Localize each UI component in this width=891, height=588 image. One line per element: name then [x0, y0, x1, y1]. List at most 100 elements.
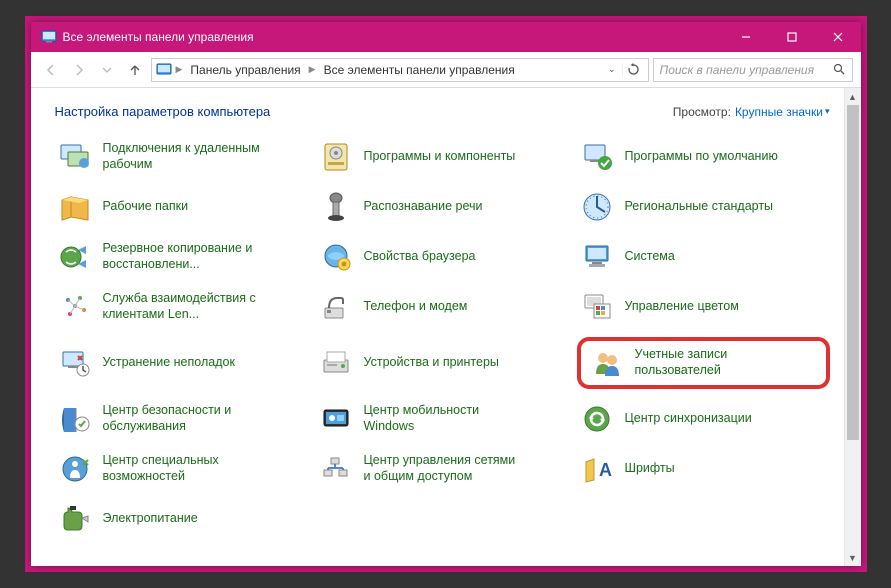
scroll-up-button[interactable]: ▲ [845, 88, 861, 105]
item-icon [318, 345, 354, 381]
search-icon [833, 63, 846, 76]
chevron-down-icon: ▾ [825, 106, 830, 117]
item-icon [57, 189, 93, 225]
control-panel-window: Все элементы панели управления ▶ Панель … [31, 22, 861, 566]
item-icon [57, 401, 93, 437]
control-panel-item[interactable]: Подключения к удаленным рабочим [55, 137, 308, 177]
item-icon [318, 289, 354, 325]
item-icon [579, 289, 615, 325]
view-by-label: Просмотр: [673, 105, 731, 119]
item-label: Свойства браузера [364, 249, 476, 265]
item-icon [579, 401, 615, 437]
item-icon [57, 501, 93, 537]
item-label: Шрифты [625, 461, 675, 477]
chevron-down-icon[interactable]: ⌄ [608, 64, 616, 75]
page-title: Настройка параметров компьютера [55, 104, 271, 119]
item-label: Подключения к удаленным рабочим [103, 141, 263, 172]
item-label: Учетные записи пользователей [635, 347, 795, 378]
control-panel-item[interactable]: Служба взаимодействия с клиентами Len... [55, 287, 308, 327]
chevron-right-icon[interactable]: ▶ [174, 64, 185, 75]
refresh-button[interactable] [622, 63, 644, 76]
control-panel-item[interactable]: Телефон и модем [316, 287, 569, 327]
control-panel-item[interactable]: Центр мобильности Windows [316, 399, 569, 439]
control-panel-icon [156, 62, 172, 78]
control-panel-item[interactable]: Центр безопасности и обслуживания [55, 399, 308, 439]
item-icon [579, 139, 615, 175]
item-icon [318, 139, 354, 175]
item-icon [579, 189, 615, 225]
nav-up-button[interactable] [123, 58, 147, 82]
control-panel-item[interactable]: Свойства браузера [316, 237, 569, 277]
control-panel-item[interactable]: Устранение неполадок [55, 337, 308, 389]
search-input[interactable]: Поиск в панели управления [653, 58, 853, 82]
item-label: Телефон и модем [364, 299, 468, 315]
control-panel-item[interactable]: Центр синхронизации [577, 399, 830, 439]
item-icon [57, 139, 93, 175]
item-label: Электропитание [103, 511, 198, 527]
svg-text:A: A [599, 460, 612, 480]
control-panel-item[interactable]: Учетные записи пользователей [577, 337, 830, 389]
control-panel-item[interactable]: Устройства и принтеры [316, 337, 569, 389]
item-icon: A [579, 451, 615, 487]
item-label: Распознавание речи [364, 199, 483, 215]
item-label: Региональные стандарты [625, 199, 774, 215]
item-icon [318, 239, 354, 275]
item-label: Устранение неполадок [103, 355, 235, 371]
nav-back-button[interactable] [39, 58, 63, 82]
item-icon [589, 345, 625, 381]
control-panel-item[interactable]: Распознавание речи [316, 187, 569, 227]
item-label: Центр мобильности Windows [364, 403, 524, 434]
item-icon [57, 451, 93, 487]
control-panel-icon [41, 29, 57, 45]
control-panel-item[interactable]: Программы и компоненты [316, 137, 569, 177]
control-panel-item[interactable]: Рабочие папки [55, 187, 308, 227]
close-button[interactable] [815, 22, 861, 52]
control-panel-item[interactable]: Центр специальных возможностей [55, 449, 308, 489]
item-label: Центр безопасности и обслуживания [103, 403, 263, 434]
address-bar[interactable]: ▶ Панель управления ▶ Все элементы панел… [151, 58, 649, 82]
content-pane: Настройка параметров компьютера Просмотр… [31, 88, 844, 566]
item-label: Устройства и принтеры [364, 355, 499, 371]
item-label: Управление цветом [625, 299, 739, 315]
control-panel-item[interactable]: Программы по умолчанию [577, 137, 830, 177]
navigation-bar: ▶ Панель управления ▶ Все элементы панел… [31, 52, 861, 88]
titlebar: Все элементы панели управления [31, 22, 861, 52]
items-grid: Подключения к удаленным рабочим Программы… [55, 137, 830, 539]
view-by-dropdown[interactable]: Крупные значки ▾ [735, 105, 830, 119]
item-label: Служба взаимодействия с клиентами Len... [103, 291, 263, 322]
control-panel-item[interactable]: Региональные стандарты [577, 187, 830, 227]
control-panel-item[interactable]: Электропитание [55, 499, 308, 539]
scroll-down-button[interactable]: ▼ [845, 549, 861, 566]
item-icon [579, 239, 615, 275]
item-label: Резервное копирование и восстановлени... [103, 241, 263, 272]
scroll-thumb[interactable] [847, 105, 859, 440]
item-icon [318, 189, 354, 225]
item-icon [57, 289, 93, 325]
item-label: Система [625, 249, 675, 265]
item-label: Программы и компоненты [364, 149, 516, 165]
item-icon [57, 345, 93, 381]
control-panel-item[interactable]: Резервное копирование и восстановлени... [55, 237, 308, 277]
control-panel-item[interactable]: Система [577, 237, 830, 277]
item-label: Рабочие папки [103, 199, 189, 215]
view-by-control: Просмотр: Крупные значки ▾ [673, 105, 830, 119]
control-panel-item[interactable]: Управление цветом [577, 287, 830, 327]
item-label: Центр специальных возможностей [103, 453, 263, 484]
item-label: Программы по умолчанию [625, 149, 778, 165]
search-placeholder: Поиск в панели управления [660, 63, 815, 77]
maximize-button[interactable] [769, 22, 815, 52]
item-icon [318, 451, 354, 487]
item-label: Центр синхронизации [625, 411, 752, 427]
minimize-button[interactable] [723, 22, 769, 52]
nav-recent-button[interactable] [95, 58, 119, 82]
window-title: Все элементы панели управления [63, 30, 723, 44]
breadcrumb-item[interactable]: Панель управления [186, 59, 304, 81]
control-panel-item[interactable]: A Шрифты [577, 449, 830, 489]
breadcrumb-item[interactable]: Все элементы панели управления [320, 59, 519, 81]
vertical-scrollbar[interactable]: ▲ ▼ [844, 88, 861, 566]
nav-forward-button[interactable] [67, 58, 91, 82]
control-panel-item[interactable]: Центр управления сетями и общим доступом [316, 449, 569, 489]
chevron-right-icon[interactable]: ▶ [307, 64, 318, 75]
item-icon [318, 401, 354, 437]
item-icon [57, 239, 93, 275]
